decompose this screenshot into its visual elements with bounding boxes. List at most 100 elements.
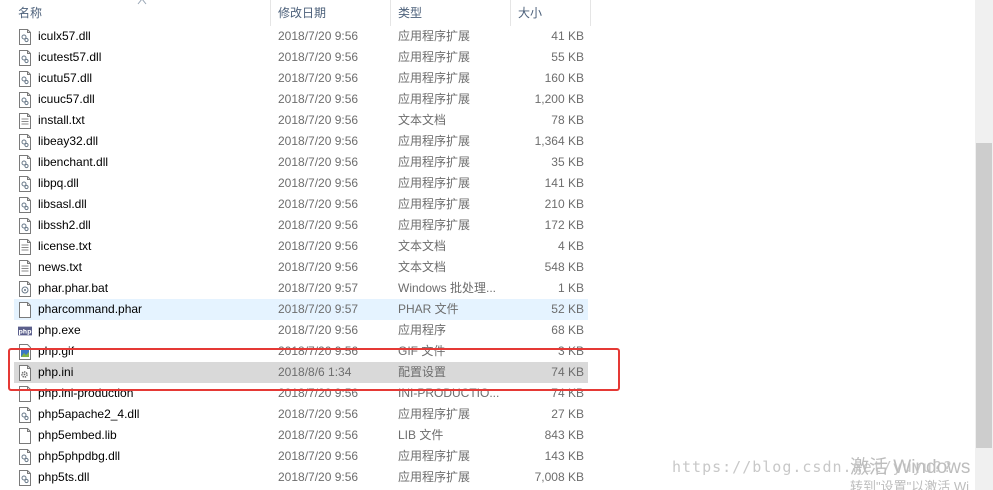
file-name: icuuc57.dll [38,92,95,106]
file-name: php5embed.lib [38,428,117,442]
file-size: 78 KB [551,113,584,127]
file-size: 143 KB [544,449,584,463]
file-type: 文本文档 [398,260,447,274]
file-size: 210 KB [544,197,584,211]
column-divider[interactable] [390,0,391,26]
text-file-icon [18,260,32,276]
file-size: 41 KB [551,29,584,43]
svg-text:php: php [18,329,32,336]
file-size: 74 KB [551,386,584,400]
column-divider[interactable] [270,0,271,26]
file-modified-date: 2018/7/20 9:56 [278,29,359,43]
file-modified-date: 2018/7/20 9:57 [278,281,359,295]
file-modified-date: 2018/7/20 9:56 [278,470,359,484]
file-row[interactable]: libpq.dll 2018/7/20 9:56 应用程序扩展 141 KB [0,173,975,194]
scrollbar-thumb[interactable] [976,143,992,448]
column-divider[interactable] [590,0,591,26]
dll-icon [18,71,32,87]
file-name: php5phpdbg.dll [38,449,121,463]
file-modified-date: 2018/7/20 9:56 [278,50,359,64]
file-type: 应用程序扩展 [398,71,471,85]
file-row[interactable]: php php.exe 2018/7/20 9:56 应用程序 68 KB [0,320,975,341]
column-header-name[interactable]: 名称 [12,0,270,26]
file-row[interactable]: php5embed.lib 2018/7/20 9:56 LIB 文件 843 KB [0,425,975,446]
file-type: 应用程序扩展 [398,92,471,106]
file-name: install.txt [38,113,85,127]
file-row[interactable]: phar.phar.bat 2018/7/20 9:57 Windows 批处理..… [0,278,975,299]
file-modified-date: 2018/7/20 9:56 [278,71,359,85]
file-row[interactable]: php.ini 2018/8/6 1:34 配置设置 74 KB [0,362,975,383]
file-size: 55 KB [551,50,584,64]
file-name: libsasl.dll [38,197,87,211]
file-size: 3 KB [557,344,584,358]
php-exe-icon: php [18,323,32,339]
file-row[interactable]: libeay32.dll 2018/7/20 9:56 应用程序扩展 1,364 KB [0,131,975,152]
blank-file-icon [18,302,32,318]
file-row[interactable]: php.gif 2018/7/20 9:56 GIF 文件 3 KB [0,341,975,362]
file-name: php.ini [38,365,74,379]
file-name: php.ini-production [38,386,134,400]
file-type: 应用程序扩展 [398,470,471,484]
file-row[interactable]: news.txt 2018/7/20 9:56 文本文档 548 KB [0,257,975,278]
file-size: 27 KB [551,407,584,421]
file-size: 1,200 KB [534,92,584,106]
blank-file-icon [18,428,32,444]
file-size: 1 KB [557,281,584,295]
file-name: php5apache2_4.dll [38,407,140,421]
file-row[interactable]: icutu57.dll 2018/7/20 9:56 应用程序扩展 160 KB [0,68,975,89]
file-size: 7,008 KB [534,470,584,484]
file-modified-date: 2018/7/20 9:57 [278,302,359,316]
file-modified-date: 2018/7/20 9:56 [278,344,359,358]
file-type: 配置设置 [398,365,447,379]
file-type: 应用程序扩展 [398,176,471,190]
file-modified-date: 2018/7/20 9:56 [278,92,359,106]
file-row[interactable]: php.ini-production 2018/7/20 9:56 INI-PROD… [0,383,975,404]
file-size: 1,364 KB [534,134,584,148]
dll-icon [18,155,32,171]
file-size: 4 KB [557,239,584,253]
file-row[interactable]: install.txt 2018/7/20 9:56 文本文档 78 KB [0,110,975,131]
file-row[interactable]: license.txt 2018/7/20 9:56 文本文档 4 KB [0,236,975,257]
file-row[interactable]: libenchant.dll 2018/7/20 9:56 应用程序扩展 35 KB [0,152,975,173]
file-type: 应用程序扩展 [398,407,471,421]
file-modified-date: 2018/7/20 9:56 [278,260,359,274]
file-modified-date: 2018/7/20 9:56 [278,218,359,232]
file-modified-date: 2018/7/20 9:56 [278,113,359,127]
file-type: Windows 批处理... [398,281,497,295]
file-name: iculx57.dll [38,29,91,43]
file-row[interactable]: pharcommand.phar 2018/7/20 9:57 PHAR 文件 52 … [0,299,975,320]
file-size: 35 KB [551,155,584,169]
file-modified-date: 2018/7/20 9:56 [278,134,359,148]
file-name: license.txt [38,239,92,253]
file-name: php.exe [38,323,81,337]
file-modified-date: 2018/7/20 9:56 [278,386,359,400]
column-divider[interactable] [510,0,511,26]
file-list: iculx57.dll 2018/7/20 9:56 应用程序扩展 41 KB icut… [0,26,975,488]
file-row[interactable]: iculx57.dll 2018/7/20 9:56 应用程序扩展 41 KB [0,26,975,47]
file-row[interactable]: php5apache2_4.dll 2018/7/20 9:56 应用程序扩展 27 … [0,404,975,425]
file-modified-date: 2018/7/20 9:56 [278,155,359,169]
column-header-size[interactable]: 大小 [512,0,590,26]
file-row[interactable]: icutest57.dll 2018/7/20 9:56 应用程序扩展 55 KB [0,47,975,68]
file-modified-date: 2018/8/6 1:34 [278,365,352,379]
file-type: 文本文档 [398,239,447,253]
vertical-scrollbar[interactable] [975,0,993,490]
column-header-bar: 名称 修改日期 类型 大小 [0,0,975,26]
file-type: 应用程序扩展 [398,29,471,43]
file-type: 文本文档 [398,113,447,127]
dll-icon [18,470,32,486]
file-row[interactable]: icuuc57.dll 2018/7/20 9:56 应用程序扩展 1,200 KB [0,89,975,110]
file-type: 应用程序扩展 [398,197,471,211]
file-type: 应用程序扩展 [398,155,471,169]
column-header-date[interactable]: 修改日期 [272,0,390,26]
file-row[interactable]: libssh2.dll 2018/7/20 9:56 应用程序扩展 172 KB [0,215,975,236]
blank-file-icon [18,386,32,402]
dll-icon [18,176,32,192]
dll-icon [18,407,32,423]
file-row[interactable]: libsasl.dll 2018/7/20 9:56 应用程序扩展 210 KB [0,194,975,215]
file-size: 160 KB [544,71,584,85]
column-header-type[interactable]: 类型 [392,0,510,26]
activate-windows-subtitle: 转到"设置"以激活 Wi [850,479,969,490]
text-file-icon [18,239,32,255]
file-type: LIB 文件 [398,428,444,442]
